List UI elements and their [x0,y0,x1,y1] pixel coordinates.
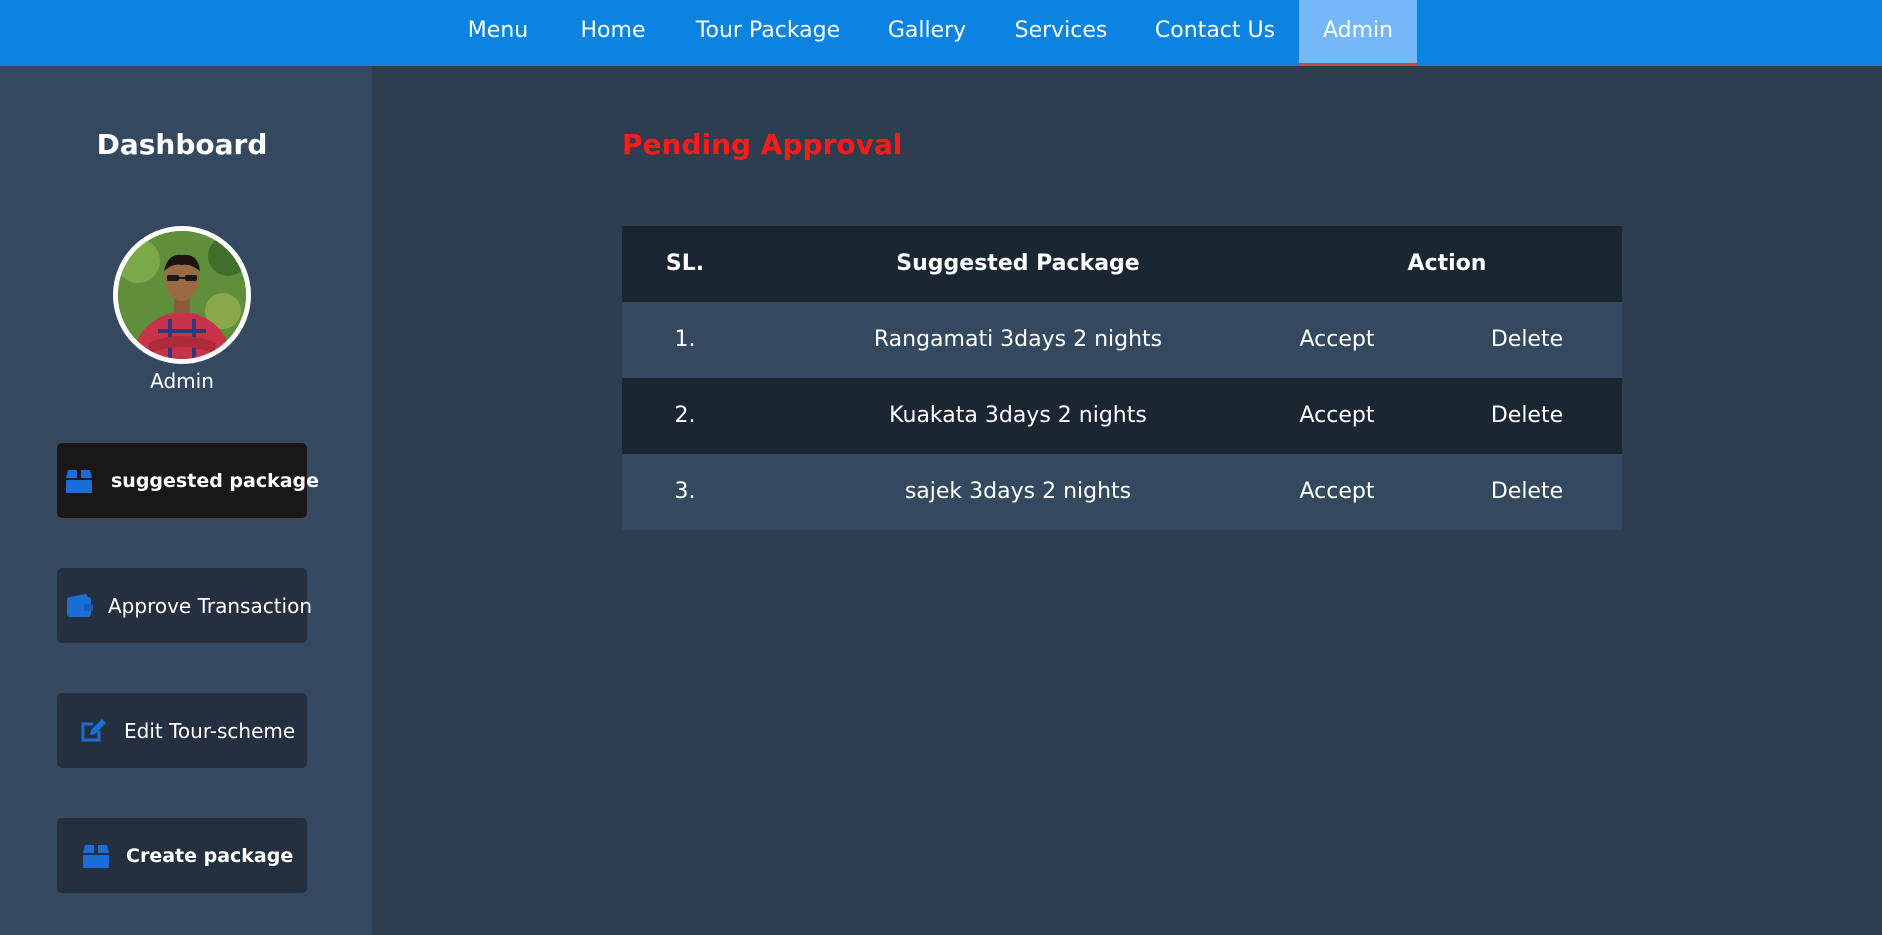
header-suggested-package: Suggested Package [896,251,1140,276]
row-sl: 1. [674,327,696,352]
table-row: 1. Rangamati 3days 2 nights Accept Delet… [622,302,1622,378]
delete-link[interactable]: Delete [1462,454,1592,530]
sidebar: Dashboard Admin suggested package Approv… [0,66,372,935]
box-icon [81,841,111,871]
page-title: Pending Approval [622,128,903,161]
suggested-package-label: suggested package [111,469,320,492]
wallet-icon [66,591,94,621]
accept-link[interactable]: Accept [1272,378,1402,454]
row-package: Rangamati 3days 2 nights [873,327,1163,352]
avatar-name: Admin [150,369,214,393]
nav-gallery[interactable]: Gallery [876,0,978,66]
suggested-package-button[interactable]: suggested package [57,443,319,518]
nav-tour-package[interactable]: Tour Package [683,0,853,66]
edit-icon [78,716,108,746]
nav-contact-us[interactable]: Contact Us [1144,0,1286,66]
approve-transaction-label: Approve Transaction [108,593,313,618]
approve-transaction-button[interactable]: Approve Transaction [57,568,312,643]
create-package-button[interactable]: Create package [57,818,307,893]
row-package: sajek 3days 2 nights [904,479,1132,504]
create-package-label: Create package [126,844,294,867]
box-icon [65,466,93,496]
row-sl: 3. [674,479,696,504]
row-package: Kuakata 3days 2 nights [889,403,1147,428]
delete-link[interactable]: Delete [1462,302,1592,378]
top-nav: Menu Home Tour Package Gallery Services … [0,0,1882,66]
accept-link[interactable]: Accept [1272,302,1402,378]
table-row: 2. Kuakata 3days 2 nights Accept Delete [622,378,1622,454]
table-header-row: SL. Suggested Package Action [622,226,1622,302]
nav-services[interactable]: Services [1003,0,1119,66]
table-row: 3. sajek 3days 2 nights Accept Delete [622,454,1622,530]
header-action: Action [1407,251,1487,276]
dashboard-title: Dashboard [96,128,268,161]
edit-tour-scheme-label: Edit Tour-scheme [124,718,296,743]
pending-approval-table: SL. Suggested Package Action 1. Rangamat… [622,226,1622,530]
delete-link[interactable]: Delete [1462,378,1592,454]
accept-link[interactable]: Accept [1272,454,1402,530]
avatar-photo [118,231,246,359]
avatar [113,226,251,364]
edit-tour-scheme-button[interactable]: Edit Tour-scheme [57,693,307,768]
row-sl: 2. [674,403,696,428]
nav-home[interactable]: Home [566,0,660,66]
header-sl: SL. [665,251,705,276]
nav-menu[interactable]: Menu [452,0,544,66]
nav-admin[interactable]: Admin [1299,0,1417,66]
